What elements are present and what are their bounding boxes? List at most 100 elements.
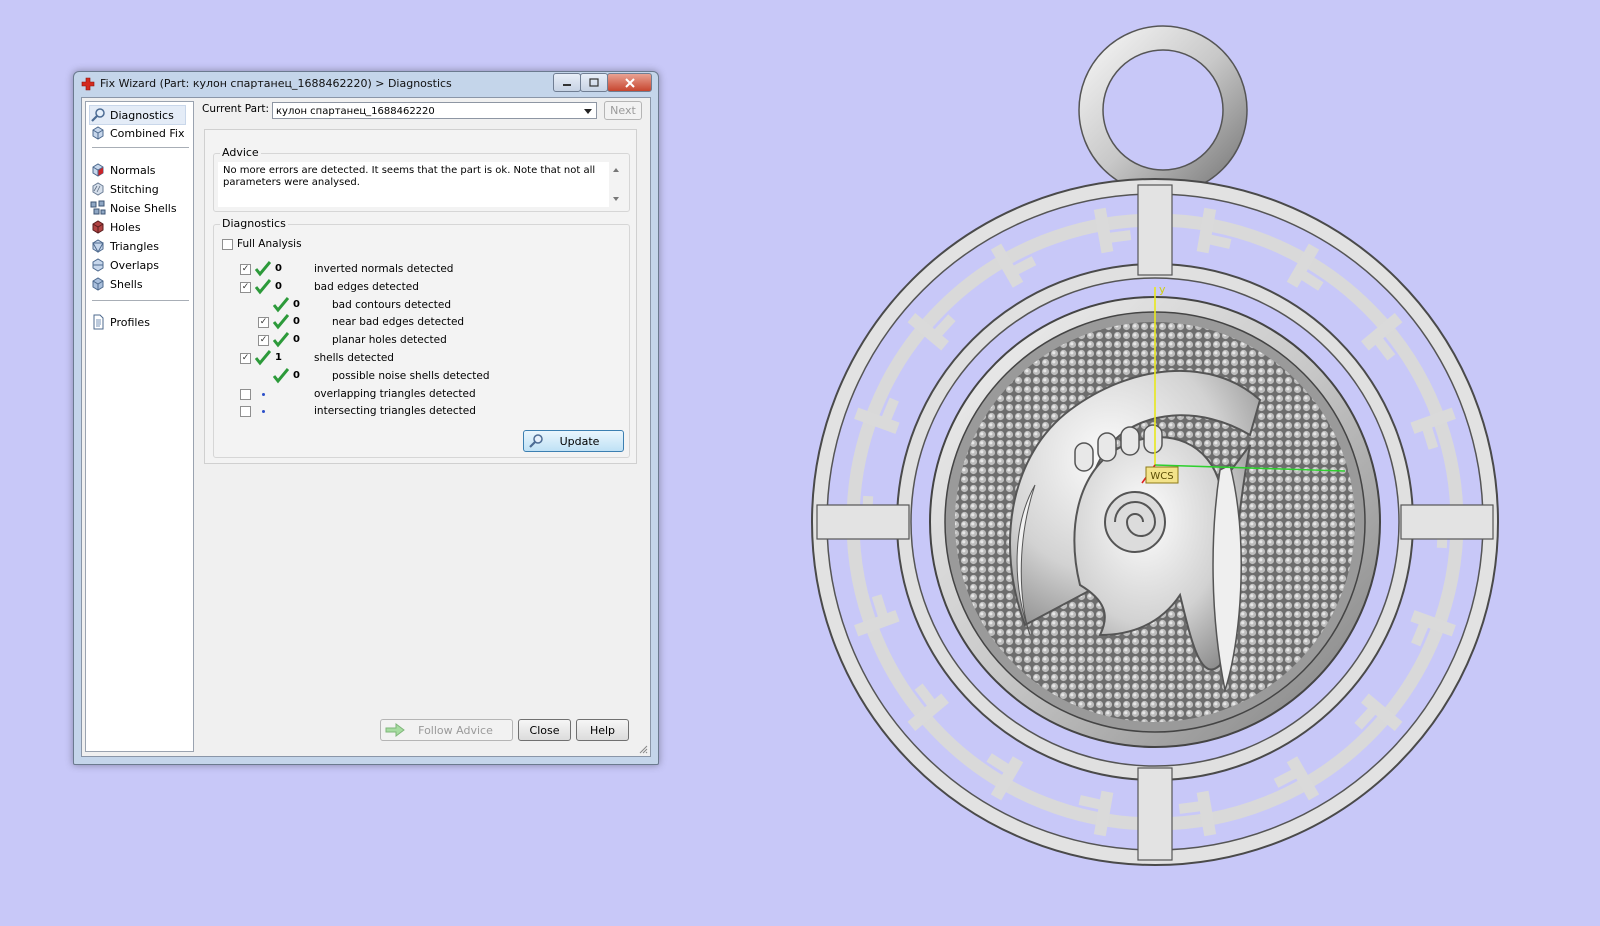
maximize-button[interactable]: [580, 73, 608, 92]
pending-dot-icon: [262, 392, 265, 396]
green-check-icon: [273, 367, 289, 384]
detection-count: 0: [275, 263, 282, 274]
row-checkbox[interactable]: ✓: [258, 335, 269, 347]
advice-textbox: No more errors are detected. It seems th…: [218, 162, 623, 207]
current-part-value: кулон спартанец_1688462220: [276, 106, 435, 117]
row-checkbox[interactable]: ✓: [240, 353, 251, 364]
magnifier-icon: [529, 434, 543, 448]
minimize-icon: [563, 83, 571, 86]
advice-title: Advice: [220, 146, 261, 159]
sidebar-item-triangles[interactable]: Triangles: [90, 237, 159, 255]
overlaps-icon: [92, 258, 104, 272]
sidebar-item-label: Triangles: [110, 239, 159, 253]
sidebar-item-diagnostics[interactable]: Diagnostics: [89, 105, 186, 125]
wcs-label: WCS: [1150, 471, 1173, 482]
axis-y-label: y: [1159, 283, 1166, 296]
sidebar-divider: [92, 147, 189, 148]
detection-count: 0: [293, 316, 300, 328]
3d-viewport[interactable]: WCS y: [780, 25, 1520, 905]
resize-grip-icon[interactable]: [638, 744, 648, 754]
green-check-icon: [255, 350, 271, 366]
arrow-right-icon: [385, 723, 405, 737]
row-checkbox[interactable]: ✓: [258, 317, 269, 329]
cube-red-face-icon: [92, 163, 104, 177]
detection-description: shells detected: [314, 352, 394, 364]
triangles-icon: [92, 239, 104, 254]
sidebar-item-holes[interactable]: Holes: [90, 218, 141, 236]
detection-description: possible noise shells detected: [332, 369, 490, 382]
window-title: Fix Wizard (Part: кулон спартанец_168846…: [100, 77, 452, 90]
close-x-icon: [624, 77, 635, 88]
document-icon: [93, 314, 104, 330]
sidebar-item-label: Overlaps: [110, 258, 159, 272]
update-button[interactable]: Update: [523, 430, 624, 452]
sidebar-item-combined-fix[interactable]: Combined Fix: [90, 124, 184, 142]
green-check-icon: [255, 261, 271, 277]
advice-group: Advice No more errors are detected. It s…: [213, 146, 630, 212]
help-button[interactable]: Help: [576, 719, 629, 741]
sidebar-divider: [92, 300, 189, 301]
green-check-icon: [273, 332, 289, 348]
advice-scrollbar[interactable]: [609, 162, 623, 207]
minimize-button[interactable]: [553, 73, 581, 92]
follow-advice-label: Follow Advice: [418, 723, 493, 737]
maximize-icon: [589, 78, 599, 87]
sidebar-item-noise-shells[interactable]: Noise Shells: [90, 199, 177, 217]
sidebar-item-normals[interactable]: Normals: [90, 161, 156, 179]
current-part-dropdown[interactable]: кулон спартанец_1688462220: [272, 102, 597, 119]
row-checkbox[interactable]: [240, 406, 251, 418]
dialog-body: Diagnostics Combined Fix Normals Stitchi…: [81, 97, 651, 757]
cube-icon: [92, 126, 104, 140]
detection-count: 0: [293, 369, 300, 381]
sidebar-item-label: Holes: [110, 220, 141, 234]
sidebar-item-label: Stitching: [110, 182, 159, 196]
pendant-model: WCS y: [811, 25, 1499, 866]
detection-description: overlapping triangles detected: [314, 387, 476, 400]
sidebar-item-label: Noise Shells: [110, 201, 177, 215]
sidebar-item-label: Normals: [110, 163, 156, 177]
detection-count: 0: [293, 298, 300, 310]
magnifier-icon: [91, 108, 105, 122]
green-check-icon: [273, 314, 289, 330]
detection-count: 1: [275, 352, 282, 363]
sidebar-item-shells[interactable]: Shells: [90, 275, 143, 293]
close-button[interactable]: Close: [518, 719, 571, 741]
detection-description: bad contours detected: [332, 298, 451, 311]
noise-shells-icon: [90, 200, 106, 215]
fix-wizard-window: Fix Wizard (Part: кулон спартанец_168846…: [73, 71, 659, 765]
green-check-icon: [255, 278, 271, 295]
follow-advice-button[interactable]: Follow Advice: [380, 719, 513, 741]
detection-description: bad edges detected: [314, 280, 419, 293]
sidebar-item-label: Combined Fix: [110, 126, 185, 140]
detection-description: planar holes detected: [332, 334, 447, 347]
scroll-up-icon[interactable]: [613, 168, 619, 172]
detection-description: inverted normals detected: [314, 263, 454, 275]
shells-icon: [92, 277, 104, 291]
green-check-icon: [273, 296, 289, 312]
next-button[interactable]: Next: [604, 101, 642, 120]
detection-count: 0: [293, 334, 300, 346]
sidebar-item-stitching[interactable]: Stitching: [90, 180, 159, 198]
row-checkbox[interactable]: ✓: [240, 264, 251, 275]
detection-description: intersecting triangles detected: [314, 405, 476, 418]
diagnostics-title: Diagnostics: [220, 217, 288, 230]
update-label: Update: [559, 434, 600, 448]
title-bar[interactable]: Fix Wizard (Part: кулон спартанец_168846…: [74, 72, 658, 96]
cube-stitch-icon: [92, 182, 104, 196]
row-checkbox[interactable]: [240, 388, 251, 400]
scroll-down-icon[interactable]: [613, 197, 619, 201]
sidebar-item-label: Profiles: [110, 315, 150, 329]
pending-dot-icon: [262, 410, 265, 414]
current-part-label: Current Part:: [202, 103, 270, 115]
row-checkbox[interactable]: ✓: [240, 281, 251, 293]
chevron-down-icon: [584, 109, 592, 114]
full-analysis-checkbox[interactable]: [222, 239, 233, 250]
sidebar-item-profiles[interactable]: Profiles: [90, 313, 150, 331]
detection-count: 0: [275, 280, 282, 292]
advice-text: No more errors are detected. It seems th…: [223, 165, 596, 188]
red-cross-icon: [81, 77, 95, 91]
cube-hole-icon: [92, 220, 104, 234]
sidebar-item-label: Shells: [110, 277, 143, 291]
close-window-button[interactable]: [607, 73, 652, 92]
sidebar-item-overlaps[interactable]: Overlaps: [90, 256, 159, 274]
